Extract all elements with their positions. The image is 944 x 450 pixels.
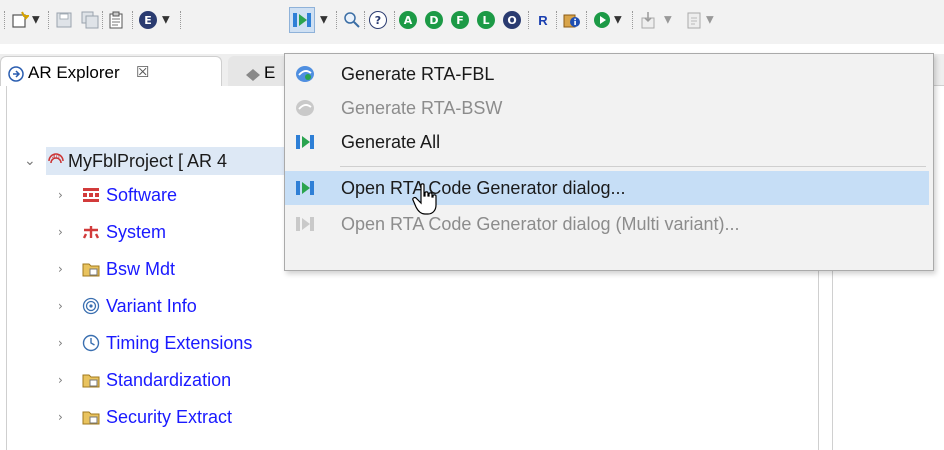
menu-item-generate-rta-bsw[interactable]: Generate RTA-BSW [285,91,929,125]
tree-item-label: Security Extract [106,407,233,427]
tree-item-label: Bsw Mdt [106,259,176,279]
chevron-right-icon[interactable]: › [58,404,72,430]
tree-root-label: MyFblProject [ AR 4 [68,151,228,171]
run-dropdown-arrow[interactable]: ▼ [614,15,622,26]
toolbar-separator [556,11,557,29]
tree-item-label: System [106,222,167,242]
info-icon[interactable] [562,10,582,30]
folder-icon [82,408,100,426]
tree-item-system[interactable]: › System [0,219,300,245]
export-icon[interactable] [684,10,704,30]
chevron-down-icon[interactable]: ⌄ [24,148,38,174]
folder-icon [82,260,100,278]
toolbar-separator [336,11,337,29]
f-circle-icon[interactable]: F [451,11,469,29]
svg-text:40: 40 [52,154,60,161]
mouse-cursor-icon [412,183,440,222]
clipboard-icon[interactable] [106,10,126,30]
save-all-icon[interactable] [80,10,100,30]
generate-rta-dropdown-arrow[interactable]: ▼ [320,15,328,26]
e-circle-icon[interactable]: E [139,11,157,29]
software-icon [82,186,100,204]
run-icon[interactable] [592,10,612,30]
toolbar-separator [102,11,103,29]
chevron-right-icon[interactable]: › [58,293,72,319]
toolbar-separator [632,11,633,29]
generate-rta-icon[interactable] [289,7,315,33]
chevron-right-icon[interactable]: › [58,256,72,282]
search-icon[interactable] [342,10,362,30]
main-toolbar: ▼ E ▼ ▼ ? A D F L O R ▼ ▼ ▼ [0,0,944,44]
chevron-right-icon[interactable]: › [58,367,72,393]
a-circle-icon[interactable]: A [399,11,417,29]
import-dropdown-arrow[interactable]: ▼ [664,15,672,26]
system-icon [82,223,100,241]
tree-item-label: Standardization [106,370,232,390]
toolbar-separator [394,11,395,29]
tree-item-security-extract[interactable]: › Security Extract [0,404,300,430]
import-icon[interactable] [638,10,658,30]
menu-item-label: Generate RTA-FBL [341,64,495,84]
tab-ar-explorer-label: AR Explorer [28,63,120,82]
report-icon[interactable]: R [533,10,553,30]
tree-item-label: Software [106,185,178,205]
tab-close-icon[interactable]: ☒ [136,63,149,81]
toolbar-separator [586,11,587,29]
help-icon[interactable]: ? [369,11,387,29]
code-generator-multi-icon [295,214,315,234]
toolbar-separator [364,11,365,29]
save-icon[interactable] [54,10,74,30]
ar-explorer-tab-icon [8,66,24,87]
chevron-right-icon[interactable]: › [58,219,72,245]
tree-item-software[interactable]: › Software [0,182,300,208]
toolbar-separator [48,11,49,29]
menu-item-label: Generate RTA-BSW [341,98,503,118]
chevron-right-icon[interactable]: › [58,182,72,208]
folder-icon [82,371,100,389]
tree-item-label: Variant Info [106,296,197,316]
export-dropdown-arrow[interactable]: ▼ [706,15,714,26]
l-circle-icon[interactable]: L [477,11,495,29]
tree-item-variant-info[interactable]: › Variant Info [0,293,300,319]
menu-item-label: Generate All [341,132,441,152]
tree-item-bsw-mdt[interactable]: › Bsw Mdt [0,256,300,282]
new-icon[interactable] [10,10,30,30]
menu-separator [340,166,926,167]
tree-item-timing-extensions[interactable]: › Timing Extensions [0,330,320,356]
generate-all-icon [295,132,315,152]
tab-other-label: E [264,63,276,82]
variant-info-icon [82,297,100,315]
new-dropdown-arrow[interactable]: ▼ [32,15,40,26]
menu-item-open-code-generator[interactable]: Open RTA Code Generator dialog... [285,171,929,205]
chevron-right-icon[interactable]: › [58,330,72,356]
tab-other-icon [246,68,260,86]
d-circle-icon[interactable]: D [425,11,443,29]
menu-item-generate-rta-fbl[interactable]: Generate RTA-FBL [285,57,929,91]
toolbar-separator [180,11,181,29]
menu-item-open-code-generator-multi[interactable]: Open RTA Code Generator dialog (Multi va… [285,207,929,241]
o-circle-icon[interactable]: O [503,11,521,29]
toolbar-separator [132,11,133,29]
menu-item-generate-all[interactable]: Generate All [285,125,929,159]
menu-item-label: Open RTA Code Generator dialog (Multi va… [341,214,740,234]
generate-fbl-icon [295,64,315,84]
generate-bsw-icon [295,98,315,118]
toolbar-separator [4,11,5,29]
tree-item-standardization[interactable]: › Standardization [0,367,300,393]
menu-item-label: Open RTA Code Generator dialog... [341,178,626,198]
tree-item-label: Timing Extensions [106,333,253,353]
e-dropdown-arrow[interactable]: ▼ [162,15,170,26]
clock-icon [82,334,100,352]
project-icon: 40 [46,151,64,169]
tree-root-row[interactable]: ⌄ 40 MyFblProject [ AR 4 [0,148,300,174]
code-generator-icon [295,178,315,198]
toolbar-separator [528,11,529,29]
